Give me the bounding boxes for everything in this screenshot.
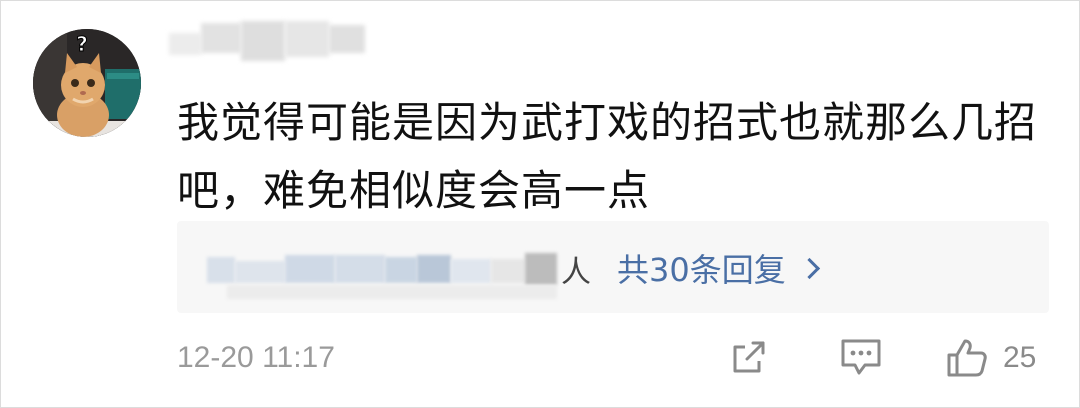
comment-icon xyxy=(841,339,881,375)
chevron-right-icon xyxy=(798,257,820,279)
comment-button[interactable] xyxy=(839,337,883,381)
cat-avatar-image: ? xyxy=(33,29,141,137)
comment-timestamp: 12-20 11:17 xyxy=(177,341,335,374)
share-button[interactable] xyxy=(729,337,769,381)
replies-redacted-names xyxy=(207,251,557,301)
view-replies-link[interactable]: 共30条回复 xyxy=(617,245,820,291)
like-count: 25 xyxy=(1003,341,1037,374)
thumbs-up-icon xyxy=(947,339,987,377)
share-icon xyxy=(733,341,765,373)
comment-line-1: 我觉得可能是因为武打戏的招式也就那么几招 xyxy=(177,98,1038,147)
view-replies-label: 共30条回复 xyxy=(617,251,786,289)
like-button[interactable]: 25 xyxy=(945,337,1036,379)
svg-text:?: ? xyxy=(76,32,88,56)
replies-people-suffix: 人 xyxy=(561,255,591,290)
comment-line-2: 吧，难免相似度会高一点 xyxy=(177,166,651,215)
comment-card: ? 我觉得可能是因为武打戏的招式也就那么几招 吧，难免相似度会高一点 人 共30… xyxy=(0,0,1080,408)
replies-preview[interactable]: 人 共30条回复 xyxy=(177,221,1049,313)
username-redacted[interactable] xyxy=(169,19,369,69)
avatar[interactable]: ? xyxy=(33,29,141,137)
comment-body: 我觉得可能是因为武打戏的招式也就那么几招 吧，难免相似度会高一点 xyxy=(177,89,1047,225)
